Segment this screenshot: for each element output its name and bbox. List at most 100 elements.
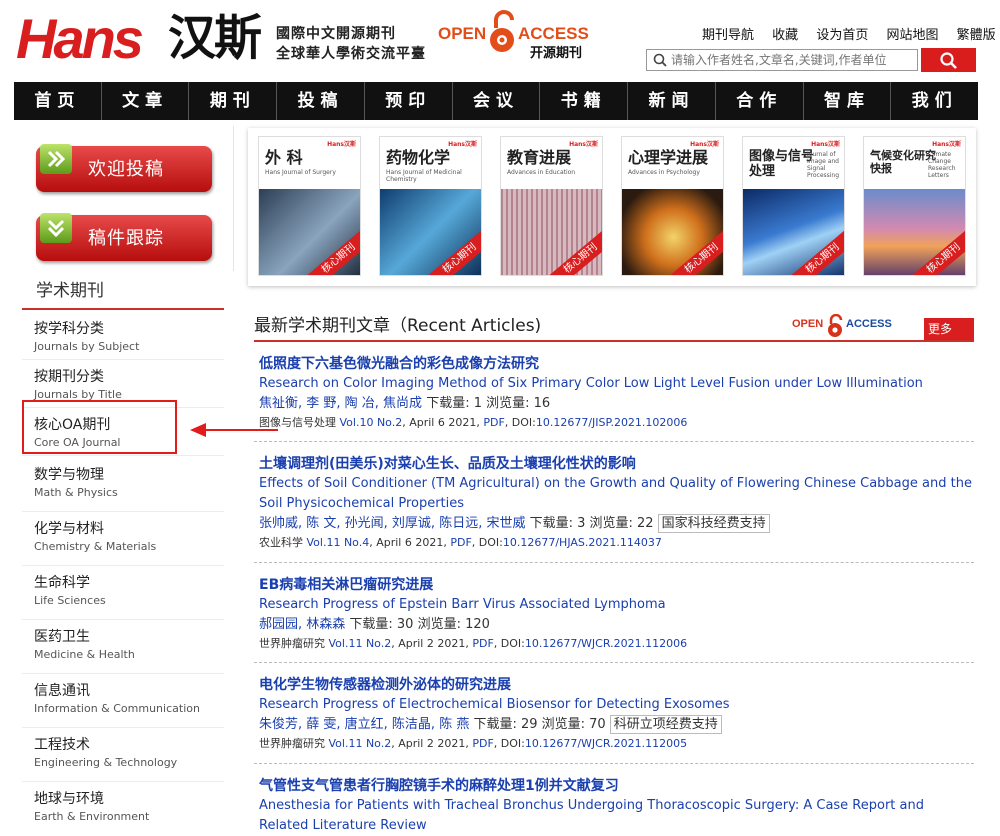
article-volume[interactable]: Vol.11 No.2: [329, 637, 392, 650]
nav-conference[interactable]: 会议: [453, 82, 541, 120]
article-stats: 下载量: 29 浏览量: 70: [469, 717, 606, 732]
sidebar-item-earth-environment[interactable]: 地球与环境 Earth & Environment: [22, 782, 224, 836]
article-authors[interactable]: 焦祉衡, 李 野, 陶 冶, 焦尚成: [259, 396, 422, 411]
article-volume[interactable]: Vol.10 No.2: [340, 416, 403, 429]
article-item: 电化学生物传感器检测外泌体的研究进展 Research Progress of …: [259, 675, 974, 753]
nav-news[interactable]: 新闻: [628, 82, 716, 120]
double-chevron-right-icon: [40, 144, 72, 174]
article-doi-link[interactable]: 10.12677/HJAS.2021.114037: [503, 536, 662, 549]
article-journal[interactable]: 农业科学: [259, 536, 303, 549]
category-cn-label: 数学与物理: [34, 467, 104, 483]
nav-preprint[interactable]: 预印: [365, 82, 453, 120]
submit-button-label: 欢迎投稿: [88, 159, 164, 180]
journal-cover[interactable]: Hans汉斯 药物化学 Hans Journal of Medicinal Ch…: [379, 136, 482, 276]
journal-cover[interactable]: Hans汉斯 外 科 Hans Journal of Surgery 核心期刊: [258, 136, 361, 276]
nav-about-us[interactable]: 我们: [891, 82, 978, 120]
nav-think-tank[interactable]: 智库: [804, 82, 892, 120]
article-doi-link[interactable]: 10.12677/WJCR.2021.112005: [525, 737, 687, 750]
article-volume[interactable]: Vol.11 No.2: [329, 737, 392, 750]
article-pdf-link[interactable]: PDF: [472, 737, 493, 750]
article-authors[interactable]: 张帅威, 陈 文, 孙光闻, 刘厚诚, 陈日远, 宋世威: [259, 516, 525, 531]
site-logo[interactable]: Hans 汉斯: [16, 10, 271, 68]
top-link-journal-nav[interactable]: 期刊导航: [702, 28, 754, 43]
article-title-cn[interactable]: EB病毒相关淋巴瘤研究进展: [259, 575, 974, 595]
article-authors[interactable]: 郝园园, 林森森: [259, 617, 345, 632]
track-manuscript-button[interactable]: 稿件跟踪: [36, 213, 212, 261]
article-journal[interactable]: 世界肿瘤研究: [259, 637, 325, 650]
article-item: 气管性支气管患者行胸腔镜手术的麻醉处理1例并文献复习 Anesthesia fo…: [259, 776, 974, 836]
nav-journals[interactable]: 期刊: [189, 82, 278, 120]
article-separator: [254, 562, 974, 563]
search-input[interactable]: [671, 50, 915, 70]
sidebar-item-engineering[interactable]: 工程技术 Engineering & Technology: [22, 728, 224, 782]
article-doi-link[interactable]: 10.12677/WJCR.2021.112006: [525, 637, 687, 650]
article-meta: 张帅威, 陈 文, 孙光闻, 刘厚诚, 陈日远, 宋世威 下载量: 3 浏览量:…: [259, 514, 974, 534]
article-pdf-link[interactable]: PDF: [450, 536, 471, 549]
article-authors[interactable]: 朱俊芳, 薛 雯, 唐立红, 陈洁晶, 陈 燕: [259, 717, 469, 732]
doi-label: , DOI:: [493, 737, 525, 750]
article-date: , April 2 2021,: [391, 637, 473, 650]
top-link-traditional[interactable]: 繁體版: [957, 28, 996, 43]
nav-submit[interactable]: 投稿: [277, 82, 365, 120]
main-nav: 首页 文章 期刊 投稿 预印 会议 书籍 新闻 合作 智库 我们: [14, 82, 978, 120]
article-volume[interactable]: Vol.11 No.4: [307, 536, 370, 549]
double-chevron-down-icon: [40, 213, 72, 243]
sidebar-item-life-sciences[interactable]: 生命科学 Life Sciences: [22, 566, 224, 620]
nav-cooperation[interactable]: 合作: [716, 82, 804, 120]
article-title-en[interactable]: Research on Color Imaging Method of Six …: [259, 374, 974, 394]
category-en-label: Medicine & Health: [34, 648, 135, 661]
article-title-en[interactable]: Research Progress of Epstein Barr Virus …: [259, 595, 974, 615]
sidebar-item-chemistry[interactable]: 化学与材料 Chemistry & Materials: [22, 512, 224, 566]
article-stats: 下载量: 1 浏览量: 16: [422, 396, 551, 411]
journal-cover[interactable]: Hans汉斯 气候变化研究快报 Climate Change Research …: [863, 136, 966, 276]
top-link-favorite[interactable]: 收藏: [772, 28, 798, 43]
article-stats: 下载量: 30 浏览量: 120: [345, 617, 490, 632]
more-articles-button[interactable]: 更多 >>: [924, 318, 974, 358]
nav-books[interactable]: 书籍: [540, 82, 629, 120]
cover-title: 教育进展: [507, 148, 572, 167]
article-meta: 焦祉衡, 李 野, 陶 冶, 焦尚成 下载量: 1 浏览量: 16: [259, 394, 974, 414]
open-lock-icon: [828, 314, 843, 337]
article-title-en[interactable]: Research Progress of Electrochemical Bio…: [259, 695, 974, 715]
sidebar: 欢迎投稿 稿件跟踪 学术期刊 按学科分类 Journals by Subject…: [14, 126, 234, 836]
article-meta: 郝园园, 林森森 下载量: 30 浏览量: 120: [259, 615, 974, 635]
article-title-en[interactable]: Effects of Soil Conditioner (TM Agricult…: [259, 474, 974, 514]
sidebar-item-medicine[interactable]: 医药卫生 Medicine & Health: [22, 620, 224, 674]
article-pdf-link[interactable]: PDF: [472, 637, 493, 650]
article-journal[interactable]: 世界肿瘤研究: [259, 737, 325, 750]
article-title-en[interactable]: Anesthesia for Patients with Tracheal Br…: [259, 796, 974, 836]
journal-cover[interactable]: Hans汉斯 教育进展 Advances in Education 核心期刊: [500, 136, 603, 276]
article-title-cn[interactable]: 电化学生物传感器检测外泌体的研究进展: [259, 675, 974, 695]
article-item: 土壤调理剂(田美乐)对菜心生长、品质及土壤理化性状的影响 Effects of …: [259, 454, 974, 552]
article-title-cn[interactable]: 土壤调理剂(田美乐)对菜心生长、品质及土壤理化性状的影响: [259, 454, 974, 474]
cover-subtitle: Advances in Education: [507, 169, 576, 176]
article-citation: 图像与信号处理 Vol.10 No.2, April 6 2021, PDF, …: [259, 414, 974, 432]
journal-cover[interactable]: Hans汉斯 图像与信号处理 Journal of Image and Sign…: [742, 136, 845, 276]
sidebar-item-information[interactable]: 信息通讯 Information & Communication: [22, 674, 224, 728]
sidebar-item-math-physics[interactable]: 数学与物理 Math & Physics: [22, 458, 224, 512]
journal-cover[interactable]: Hans汉斯 心理学进展 Advances in Psychology 核心期刊: [621, 136, 724, 276]
category-cn-label: 化学与材料: [34, 521, 104, 537]
category-en-label: Chemistry & Materials: [34, 540, 157, 553]
article-title-cn[interactable]: 低照度下六基色微光融合的彩色成像方法研究: [259, 354, 974, 374]
article-pdf-link[interactable]: PDF: [483, 416, 504, 429]
category-cn-label: 医药卫生: [34, 629, 90, 645]
search-button[interactable]: [921, 48, 976, 72]
category-cn-label: 生命科学: [34, 575, 90, 591]
article-title-cn[interactable]: 气管性支气管患者行胸腔镜手术的麻醉处理1例并文献复习: [259, 776, 974, 796]
article-doi-link[interactable]: 10.12677/JISP.2021.102006: [536, 416, 688, 429]
nav-articles[interactable]: 文章: [102, 82, 190, 120]
oa-access-text: ACCESS: [518, 24, 589, 43]
search-icon: [653, 53, 667, 67]
top-link-sitemap[interactable]: 网站地图: [886, 28, 938, 43]
sidebar-item-by-subject[interactable]: 按学科分类 Journals by Subject: [22, 312, 224, 360]
cover-publisher: Hans汉斯: [811, 141, 840, 148]
submit-manuscript-button[interactable]: 欢迎投稿: [36, 144, 212, 192]
article-journal[interactable]: 图像与信号处理: [259, 416, 336, 429]
open-access-logo-small: OPEN ACCESS: [792, 314, 902, 338]
tagline-line-1: 國際中文開源期刊: [276, 26, 396, 42]
article-stats: 下载量: 3 浏览量: 22: [525, 516, 654, 531]
tagline-line-2: 全球華人學術交流平臺: [276, 46, 426, 62]
nav-home[interactable]: 首页: [14, 82, 102, 120]
top-link-set-home[interactable]: 设为首页: [816, 28, 868, 43]
